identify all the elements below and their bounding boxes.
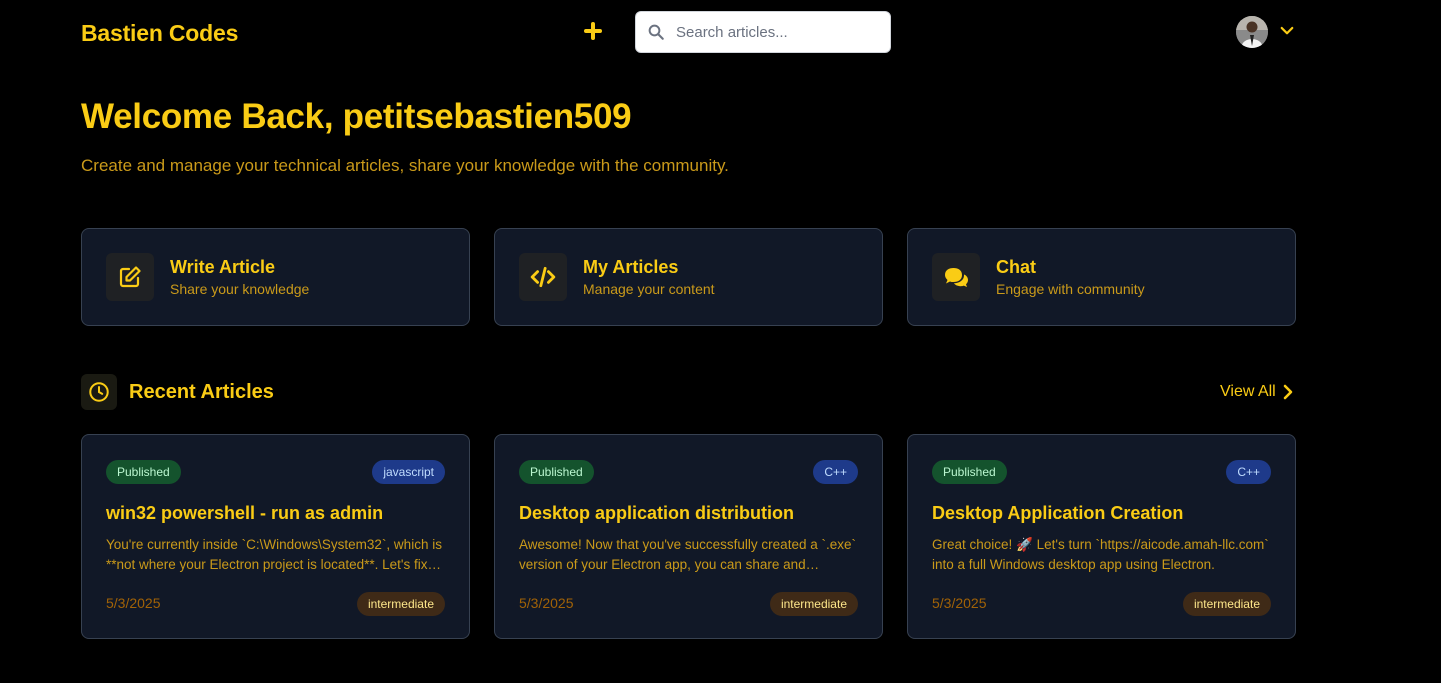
status-badge: Published (106, 460, 181, 484)
language-badge: javascript (372, 460, 445, 484)
view-all-label: View All (1220, 383, 1276, 400)
chevron-down-icon[interactable] (1278, 22, 1296, 45)
article-card[interactable]: Published javascript win32 powershell - … (81, 434, 470, 639)
level-badge: intermediate (356, 592, 445, 616)
edit-icon (106, 253, 154, 301)
avatar[interactable] (1236, 16, 1268, 48)
write-article-card[interactable]: Write Article Share your knowledge (81, 228, 470, 326)
view-all-link[interactable]: View All (1220, 383, 1294, 401)
level-badge: intermediate (769, 592, 858, 616)
my-articles-subtitle: Manage your content (583, 281, 715, 297)
language-badge: C++ (1226, 460, 1271, 484)
level-badge: intermediate (1182, 592, 1271, 616)
my-articles-card[interactable]: My Articles Manage your content (494, 228, 883, 326)
article-title[interactable]: Desktop Application Creation (932, 503, 1183, 524)
search-input[interactable] (676, 23, 876, 41)
chat-title: Chat (996, 257, 1036, 277)
write-article-subtitle: Share your knowledge (170, 281, 310, 297)
language-badge: C++ (813, 460, 858, 484)
article-date: 5/3/2025 (106, 595, 161, 611)
brand-logo-text[interactable]: Bastien Codes (81, 20, 238, 47)
search-bar[interactable] (635, 11, 891, 53)
chevron-right-icon (1283, 384, 1293, 400)
article-card[interactable]: Published C++ Desktop application distri… (494, 434, 883, 639)
status-badge: Published (932, 460, 1007, 484)
my-articles-title: My Articles (583, 257, 679, 277)
article-excerpt: You're currently inside `C:\Windows\Syst… (106, 537, 442, 572)
page-title: Welcome Back, petitsebastien509 (81, 97, 632, 136)
search-icon (636, 23, 676, 41)
write-article-title: Write Article (170, 257, 276, 277)
article-title[interactable]: Desktop application distribution (519, 503, 794, 524)
recent-articles-heading: Recent Articles (129, 381, 274, 403)
chat-icon (932, 253, 980, 301)
article-excerpt: Great choice! 🚀 Let's turn `https://aico… (932, 537, 1269, 572)
chat-card[interactable]: Chat Engage with community (907, 228, 1296, 326)
article-card[interactable]: Published C++ Desktop Application Creati… (907, 434, 1296, 639)
code-icon (519, 253, 567, 301)
chat-subtitle: Engage with community (996, 281, 1145, 297)
article-date: 5/3/2025 (519, 595, 574, 611)
status-badge: Published (519, 460, 594, 484)
create-plus-button[interactable] (580, 18, 606, 44)
article-date: 5/3/2025 (932, 595, 987, 611)
article-title[interactable]: win32 powershell - run as admin (106, 503, 383, 524)
page-subtitle: Create and manage your technical article… (81, 156, 729, 175)
article-excerpt: Awesome! Now that you've successfully cr… (519, 537, 856, 572)
clock-icon (81, 374, 117, 410)
